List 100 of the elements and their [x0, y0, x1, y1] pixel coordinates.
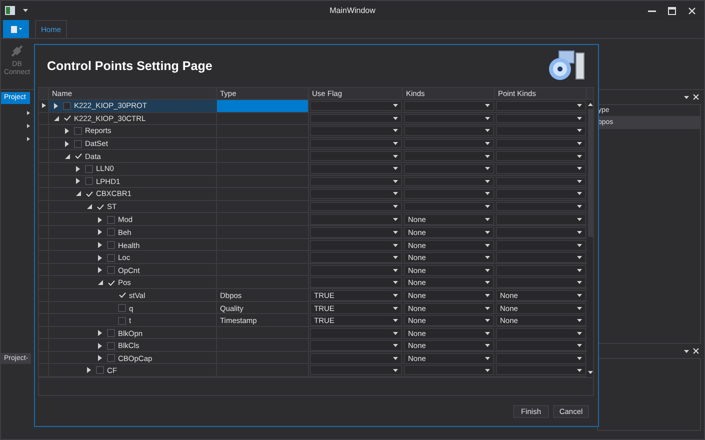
dropdown[interactable] — [496, 202, 586, 212]
dropdown[interactable] — [496, 252, 586, 264]
expand-arrow-icon[interactable] — [27, 124, 30, 128]
app-menu-button[interactable] — [3, 20, 29, 38]
caret-icon — [393, 116, 398, 120]
dropdown[interactable] — [404, 151, 494, 161]
checkbox[interactable] — [107, 241, 115, 250]
dropdown[interactable] — [310, 151, 402, 161]
dropdown[interactable] — [496, 126, 586, 136]
caret-icon — [485, 281, 490, 284]
dropdown[interactable] — [404, 126, 494, 136]
dropdown[interactable] — [496, 151, 586, 161]
dropdown[interactable] — [404, 189, 494, 199]
dropdown[interactable] — [310, 252, 402, 264]
dropdown[interactable] — [496, 164, 586, 174]
dropdown[interactable] — [496, 240, 586, 251]
dropdown[interactable] — [404, 101, 494, 111]
panel-menu-icon — [684, 350, 689, 352]
dropdown[interactable] — [310, 352, 402, 364]
checkbox[interactable] — [107, 354, 115, 362]
checkbox[interactable] — [96, 366, 104, 374]
checkbox[interactable] — [107, 228, 115, 236]
expand-arrow-icon[interactable] — [98, 342, 102, 349]
dropdown[interactable] — [310, 176, 402, 186]
checkbox[interactable] — [107, 254, 115, 262]
dropdown[interactable] — [496, 264, 586, 276]
expand-arrow-icon[interactable] — [98, 355, 102, 362]
collapse-arrow-icon[interactable] — [86, 204, 92, 210]
expand-arrow-icon[interactable] — [87, 367, 91, 374]
dropdown[interactable] — [310, 189, 402, 199]
dropdown[interactable] — [496, 114, 586, 124]
dropdown[interactable] — [404, 365, 494, 376]
expand-arrow-icon[interactable] — [27, 111, 30, 115]
checkbox[interactable] — [118, 304, 126, 312]
dropdown[interactable] — [310, 214, 402, 226]
collapse-arrow-icon[interactable] — [54, 116, 58, 121]
dropdown[interactable] — [310, 240, 402, 251]
caret-icon — [393, 167, 398, 170]
expand-arrow-icon[interactable] — [98, 216, 102, 223]
caret-icon — [577, 268, 582, 272]
dropdown[interactable] — [496, 214, 586, 226]
dropdown[interactable] — [310, 328, 402, 339]
dropdown[interactable] — [310, 226, 402, 238]
caret-icon — [393, 294, 398, 297]
dropdown[interactable] — [310, 164, 402, 174]
dropdown[interactable] — [496, 101, 586, 111]
dropdown[interactable] — [404, 202, 494, 212]
dropdown[interactable] — [496, 365, 586, 376]
collapse-arrow-icon[interactable] — [76, 191, 80, 196]
expand-arrow-icon[interactable] — [98, 242, 102, 248]
expand-arrow-icon[interactable] — [98, 267, 102, 274]
checkbox[interactable] — [74, 126, 82, 135]
dropdown[interactable] — [404, 176, 494, 186]
dropdown[interactable] — [496, 226, 586, 238]
dropdown[interactable] — [310, 101, 402, 111]
dropdown[interactable] — [404, 138, 494, 148]
dropdown[interactable] — [310, 277, 402, 288]
dropdown[interactable] — [310, 264, 402, 276]
dropdown[interactable] — [496, 189, 586, 199]
maximize-icon[interactable] — [668, 6, 676, 14]
dropdown[interactable] — [496, 176, 586, 186]
checkbox[interactable] — [63, 102, 71, 110]
dropdown[interactable] — [310, 114, 402, 124]
expand-arrow-icon[interactable] — [54, 102, 58, 109]
dropdown[interactable] — [310, 340, 402, 352]
dropdown[interactable] — [404, 164, 494, 174]
expand-arrow-icon[interactable] — [98, 229, 102, 236]
dropdown[interactable] — [496, 352, 586, 364]
caret-icon — [393, 192, 398, 196]
expand-arrow-icon[interactable] — [65, 140, 69, 147]
checkbox[interactable] — [107, 342, 115, 350]
expand-arrow-icon[interactable] — [65, 128, 69, 134]
close-icon[interactable] — [688, 6, 696, 14]
dropdown[interactable] — [496, 340, 586, 352]
dropdown[interactable] — [310, 365, 402, 376]
collapse-arrow-icon[interactable] — [98, 280, 102, 286]
expand-arrow-icon[interactable] — [27, 137, 30, 141]
checkbox[interactable] — [107, 329, 115, 338]
dropdown[interactable] — [404, 114, 494, 124]
checkbox[interactable] — [85, 164, 93, 173]
dropdown[interactable] — [310, 202, 402, 212]
checkbox[interactable] — [107, 266, 115, 274]
collapse-arrow-icon[interactable] — [64, 154, 70, 159]
checkbox[interactable] — [74, 140, 82, 148]
expand-arrow-icon[interactable] — [76, 166, 80, 172]
expand-arrow-icon[interactable] — [98, 254, 102, 261]
checkbox[interactable] — [107, 216, 115, 224]
dropdown[interactable] — [496, 277, 586, 288]
checkbox[interactable] — [118, 316, 126, 325]
dropdown[interactable] — [310, 138, 402, 148]
close-icon[interactable] — [693, 94, 699, 100]
expand-arrow-icon[interactable] — [98, 330, 102, 336]
close-icon[interactable] — [693, 348, 699, 354]
caret-icon — [485, 192, 490, 196]
dropdown[interactable] — [496, 328, 586, 339]
dropdown[interactable] — [310, 126, 402, 136]
dropdown[interactable] — [496, 138, 586, 148]
expand-arrow-icon[interactable] — [76, 178, 80, 184]
checkbox[interactable] — [85, 177, 93, 186]
caret-icon — [485, 180, 490, 183]
